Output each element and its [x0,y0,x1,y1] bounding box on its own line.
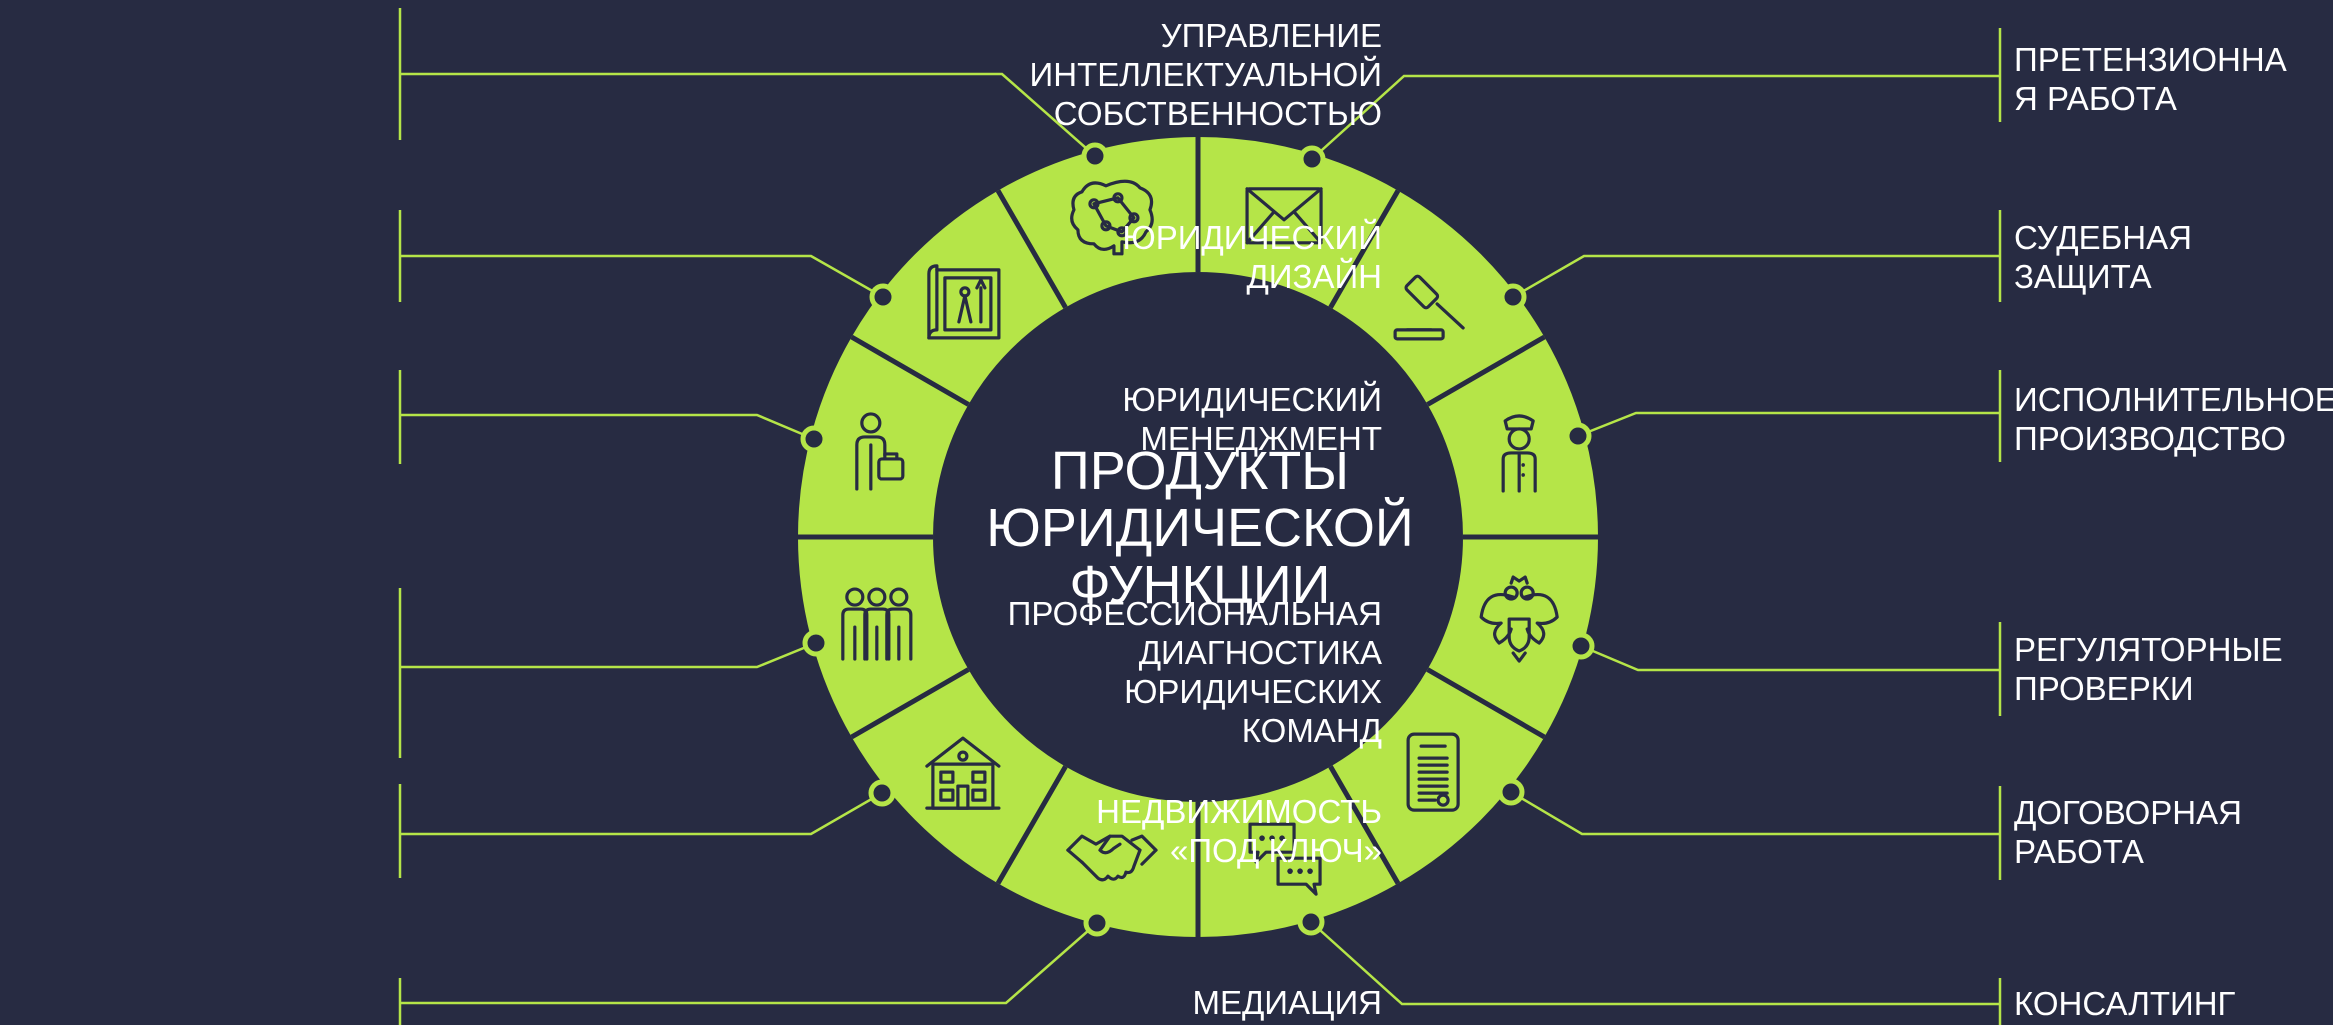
connector-dot-manager [800,425,828,453]
leader-line-team [400,641,817,669]
connector-dot-team [802,629,830,657]
leader-line-blueprint [400,254,884,299]
leader-line-contract-document [1510,790,2000,836]
leader-line-chat-bubbles [1310,921,2000,1006]
leader-line-house [400,791,883,836]
connector-dot-envelope [1298,145,1326,173]
leader-line-handshake [400,922,1098,1005]
segment-label-enforcement: ИСПОЛНИТЕЛЬНОЕ ПРОИЗВОДСТВО [2014,381,2333,457]
segment-label-ip-management: УПРАВЛЕНИЕ ИНТЕЛЛЕКТУАЛЬНОЙ СОБСТВЕННОСТ… [1029,17,1382,132]
connector-dot-gavel [1499,283,1527,311]
segment-label-consulting: КОНСАЛТИНГ [2014,985,2236,1022]
connector-dot-coat-of-arms [1567,632,1595,660]
segment-label-contract-work: ДОГОВОРНАЯ РАБОТА [2014,794,2242,870]
connector-dot-house [868,779,896,807]
connector-dot-brain [1081,142,1109,170]
leader-line-gavel [1512,254,2000,299]
connector-dot-contract-document [1497,778,1525,806]
segment-label-team-diagnostics: ПРОФЕССИОНАЛЬНАЯ ДИАГНОСТИКА ЮРИДИЧЕСКИХ… [1007,595,1382,749]
leader-line-manager [400,413,815,441]
leader-line-coat-of-arms [1580,644,2000,672]
leader-line-envelope [1311,74,2000,160]
leader-line-brain [400,72,1096,157]
legal-products-diagram: ПРОДУКТЫ ЮРИДИЧЕСКОЙ ФУНКЦИИ ПРЕТЕНЗИОНН… [0,0,2333,1025]
segment-label-regulatory-inspections: РЕГУЛЯТОРНЫЕ ПРОВЕРКИ [2014,631,2283,707]
segment-label-legal-design: ЮРИДИЧЕСКИЙ ДИЗАЙН [1122,219,1382,295]
segment-label-real-estate: НЕДВИЖИМОСТЬ «ПОД КЛЮЧ» [1096,793,1382,869]
segment-label-legal-management: ЮРИДИЧЕСКИЙ МЕНЕДЖМЕНТ [1122,381,1382,457]
connector-dot-chat-bubbles [1297,908,1325,936]
connector-dot-bailiff [1564,422,1592,450]
segment-label-mediation: МЕДИАЦИЯ [1192,984,1382,1021]
leader-line-bailiff [1577,411,2000,438]
segment-label-litigation: СУДЕБНАЯ ЗАЩИТА [2014,219,2192,295]
connector-dot-blueprint [869,283,897,311]
connector-dot-handshake [1083,909,1111,937]
segment-label-claims: ПРЕТЕНЗИОННА Я РАБОТА [2014,41,2287,117]
center-title: ПРОДУКТЫ ЮРИДИЧЕСКОЙ ФУНКЦИИ [986,441,1414,615]
